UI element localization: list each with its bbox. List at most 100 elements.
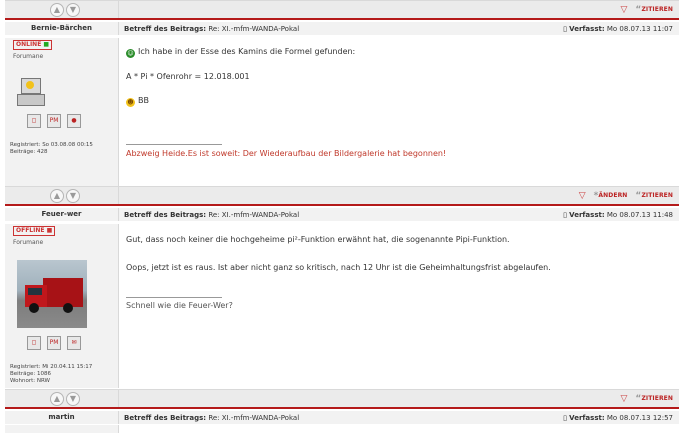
smiley-icon: ☺ [126, 49, 135, 58]
post-subject: Betreff des Beitrags: Re: XI.-mfm-WANDA-… [124, 211, 299, 219]
column-divider [118, 22, 119, 35]
signature-divider [126, 297, 222, 298]
post-header: martin Betreff des Beitrags: Re: XI.-mfm… [5, 411, 679, 424]
computer-base [17, 94, 45, 106]
column-divider [118, 187, 119, 204]
time-label: Verfasst: [569, 414, 605, 422]
user-rank: Forumane [13, 239, 44, 246]
post-time: ▯ Verfasst: Mo 08.07.13 11:07 [563, 25, 673, 33]
post-count: Beiträge: 428 [10, 149, 48, 155]
status-text: OFFLINE [16, 227, 45, 234]
up-arrow-icon[interactable]: ▲ [50, 189, 64, 203]
time-text: Mo 08.07.13 11:07 [606, 25, 673, 33]
message-line: Oops, jetzt ist es raus. Ist aber nicht … [126, 263, 551, 272]
message-line: ☺ Ich habe in der Esse des Kamins die For… [126, 46, 355, 58]
post-separator [5, 18, 679, 20]
nav-arrows: ▲ ▼ [50, 392, 90, 406]
signature: Schnell wie die Feuer-Wer? [126, 301, 233, 310]
author-meta: Registriert: Mi 20.04.11 15:17 Beiträge:… [10, 364, 92, 385]
post-actions: ▽ “ZITIEREN [621, 392, 674, 405]
username[interactable]: martin [5, 413, 118, 421]
post-body: ONLINE ■ Forumane ◻ PM ● Registriert: So… [5, 38, 679, 186]
profile-icon[interactable]: ◻ [27, 336, 41, 350]
post-toolbar: ▲ ▼ ▽ *ÄNDERN “ZITIEREN [5, 186, 679, 205]
truck-window [28, 288, 42, 295]
subject-text: Re: XI.-mfm-WANDA-Pokal [208, 25, 300, 33]
registered-date: Registriert: Mi 20.04.11 15:17 [10, 364, 93, 370]
column-divider [118, 1, 119, 18]
quote-button[interactable]: “ZITIEREN [635, 394, 673, 404]
author-panel: ONLINE ■ Forumane ◻ PM ● Registriert: So… [5, 38, 119, 186]
email-icon[interactable]: ✉ [67, 336, 81, 350]
message-line: ☻ BB [126, 95, 355, 107]
report-triangle-icon[interactable]: ▽ [621, 393, 628, 405]
post-actions: ▽ *ÄNDERN “ZITIEREN [579, 189, 673, 202]
up-arrow-icon[interactable]: ▲ [50, 392, 64, 406]
time-label: Verfasst: [569, 25, 605, 33]
online-status-badge: ONLINE ■ [13, 40, 53, 50]
user-actions: ◻ PM ✉ [27, 336, 81, 350]
status-dot-icon: ■ [46, 227, 53, 234]
time-text: Mo 08.07.13 11:48 [606, 211, 673, 219]
quote-button[interactable]: “ZITIEREN [635, 5, 673, 15]
post-text: Gut, dass noch keiner die hochgeheime pi… [126, 234, 551, 273]
post-body: OFFLINE ■ Forumane ◻ PM ✉ Registriert: M… [5, 224, 679, 388]
signature[interactable]: Abzweig Heide.Es ist soweit: Der Wiedera… [126, 149, 446, 158]
down-arrow-icon[interactable]: ▼ [66, 392, 80, 406]
subject-text: Re: XI.-mfm-WANDA-Pokal [208, 414, 300, 422]
smiley-face [26, 81, 34, 89]
forum-thread: ▲ ▼ ▽ “ZITIEREN Bernie-Bärchen Betreff d… [0, 0, 685, 433]
edit-label: ÄNDERN [598, 191, 628, 199]
status-dot-icon: ■ [43, 41, 50, 48]
subject-label: Betreff des Beitrags: [124, 25, 207, 33]
nav-arrows: ▲ ▼ [50, 189, 90, 203]
report-triangle-icon[interactable]: ▽ [579, 190, 586, 202]
author-panel: OFFLINE ■ Forumane ◻ PM ✉ Registriert: M… [5, 224, 119, 388]
post-text: ☺ Ich habe in der Esse des Kamins die For… [126, 46, 355, 107]
message-line: Gut, dass noch keiner die hochgeheime pi… [126, 235, 510, 244]
user-actions: ◻ PM ● [27, 114, 81, 128]
post-header: Feuer-wer Betreff des Beitrags: Re: XI.-… [5, 208, 679, 221]
post-header: Bernie-Bärchen Betreff des Beitrags: Re:… [5, 22, 679, 35]
status-text: ONLINE [16, 41, 42, 48]
post-icon: ▯ [563, 25, 567, 33]
post-toolbar: ▲ ▼ ▽ “ZITIEREN [5, 0, 679, 19]
down-arrow-icon[interactable]: ▼ [66, 3, 80, 17]
post-body [5, 425, 679, 433]
post-count: Beiträge: 1086 [10, 371, 51, 377]
smiley-icon: ☻ [126, 98, 135, 107]
post-separator [5, 204, 679, 206]
avatar [17, 260, 87, 328]
pm-icon[interactable]: PM [47, 336, 61, 350]
user-rank: Forumane [13, 53, 44, 60]
column-divider [118, 390, 119, 407]
subject-text: Re: XI.-mfm-WANDA-Pokal [208, 211, 300, 219]
author-meta: Registriert: So 03.08.08 00:15 Beiträge:… [10, 142, 93, 156]
up-arrow-icon[interactable]: ▲ [50, 3, 64, 17]
report-triangle-icon[interactable]: ▽ [621, 4, 628, 16]
time-label: Verfasst: [569, 211, 605, 219]
quote-label: ZITIEREN [641, 191, 673, 199]
registered-date: Registriert: So 03.08.08 00:15 [10, 142, 93, 148]
avatar [17, 78, 45, 106]
edit-button[interactable]: *ÄNDERN [594, 191, 628, 201]
username[interactable]: Bernie-Bärchen [5, 24, 118, 32]
subject-label: Betreff des Beitrags: [124, 414, 207, 422]
www-icon[interactable]: ● [67, 114, 81, 128]
message-text: BB [138, 96, 149, 105]
column-divider [118, 208, 119, 221]
subject-label: Betreff des Beitrags: [124, 211, 207, 219]
profile-icon[interactable]: ◻ [27, 114, 41, 128]
message-line: A * Pi * Ofenrohr = 12.018.001 [126, 72, 250, 81]
nav-arrows: ▲ ▼ [50, 3, 90, 17]
down-arrow-icon[interactable]: ▼ [66, 189, 80, 203]
message-text: Ich habe in der Esse des Kamins die Form… [138, 47, 356, 56]
username[interactable]: Feuer-wer [5, 210, 118, 218]
pm-icon[interactable]: PM [47, 114, 61, 128]
post-time: ▯ Verfasst: Mo 08.07.13 12:57 [563, 414, 673, 422]
location: Wohnort: NRW [10, 378, 50, 384]
truck-wheel [63, 303, 73, 313]
post-separator [5, 407, 679, 409]
quote-button[interactable]: “ZITIEREN [635, 191, 673, 201]
truck-body [43, 278, 83, 307]
